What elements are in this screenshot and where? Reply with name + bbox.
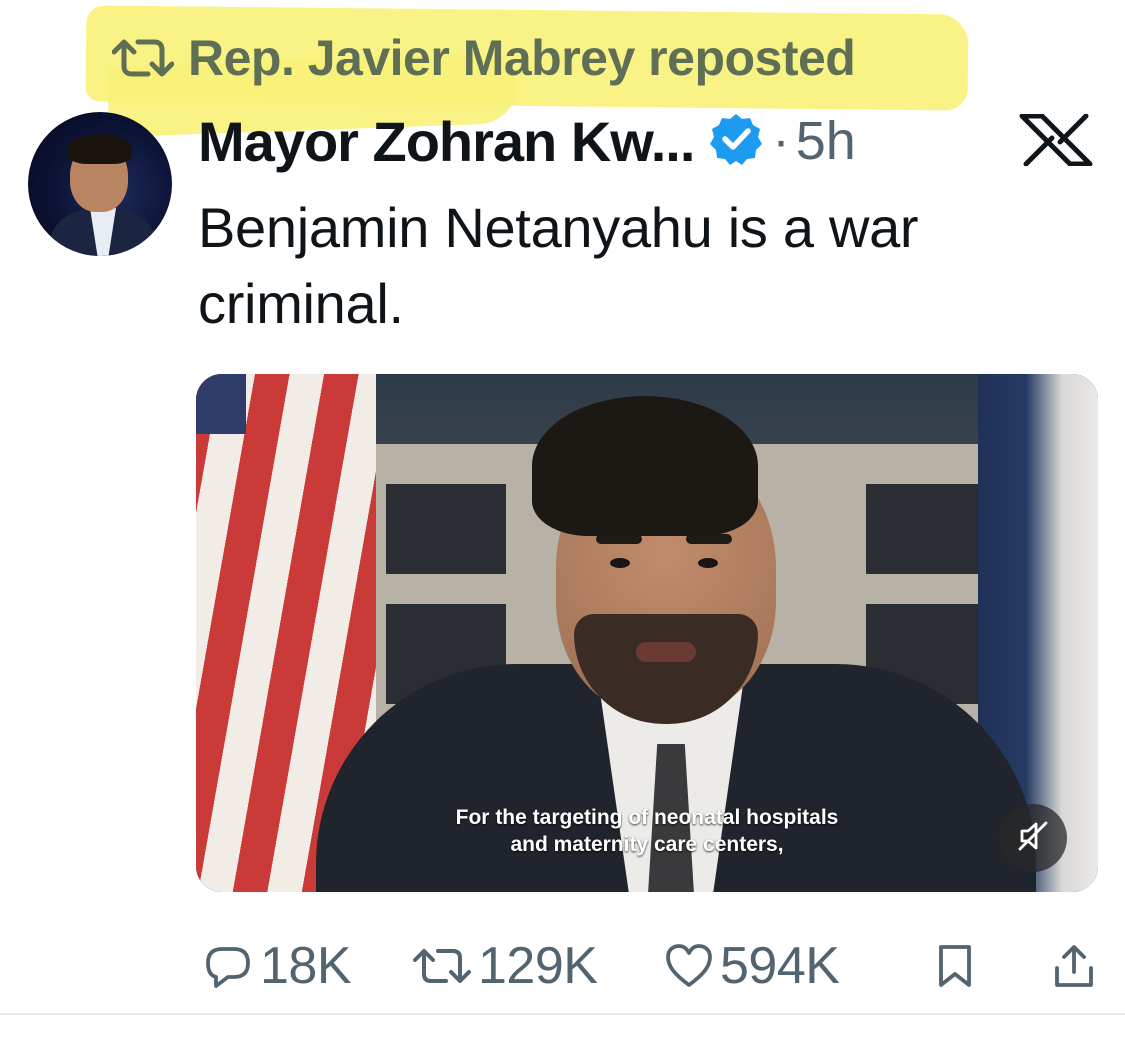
tweet-text: Benjamin Netanyahu is a war criminal. (198, 190, 1078, 342)
like-button[interactable]: 594K (664, 930, 840, 1002)
post-timestamp[interactable]: 5h (796, 110, 856, 172)
avatar[interactable] (28, 112, 172, 256)
repost-label: Rep. Javier Mabrey reposted (188, 30, 856, 86)
bookmark-icon (934, 942, 976, 990)
like-count: 594K (720, 937, 840, 995)
heart-icon (664, 942, 714, 990)
video-caption: For the targeting of neonatal hospitals … (196, 804, 1098, 858)
caption-line: For the targeting of neonatal hospitals (455, 806, 839, 829)
tweet-text-line: Benjamin Netanyahu is a war (198, 196, 919, 259)
repost-icon (412, 943, 472, 989)
x-logo-icon[interactable] (1016, 113, 1096, 171)
author-display-name[interactable]: Mayor Zohran Kw... (198, 109, 695, 174)
share-icon (1052, 942, 1096, 990)
bookmark-button[interactable] (934, 930, 976, 1002)
tweet-actions: 18K 129K 594K (196, 930, 1100, 1002)
share-button[interactable] (1052, 930, 1096, 1002)
speaker-muted-icon (1016, 819, 1050, 858)
reply-icon (202, 940, 254, 992)
author-row: Mayor Zohran Kw... · 5h (198, 106, 856, 176)
repost-count: 129K (478, 937, 598, 995)
tweet-text-line: criminal. (198, 272, 404, 335)
repost-icon (112, 36, 174, 80)
reply-count: 18K (260, 937, 352, 995)
video-player[interactable]: For the targeting of neonatal hospitals … (196, 374, 1098, 892)
separator-dot: · (772, 112, 790, 170)
reply-button[interactable]: 18K (202, 930, 352, 1002)
divider (0, 1013, 1125, 1015)
verified-badge-icon (708, 111, 764, 172)
mute-button[interactable] (999, 804, 1067, 872)
caption-line: and maternity care centers, (510, 833, 784, 856)
repost-header[interactable]: Rep. Javier Mabrey reposted (112, 26, 856, 90)
repost-button[interactable]: 129K (412, 930, 598, 1002)
